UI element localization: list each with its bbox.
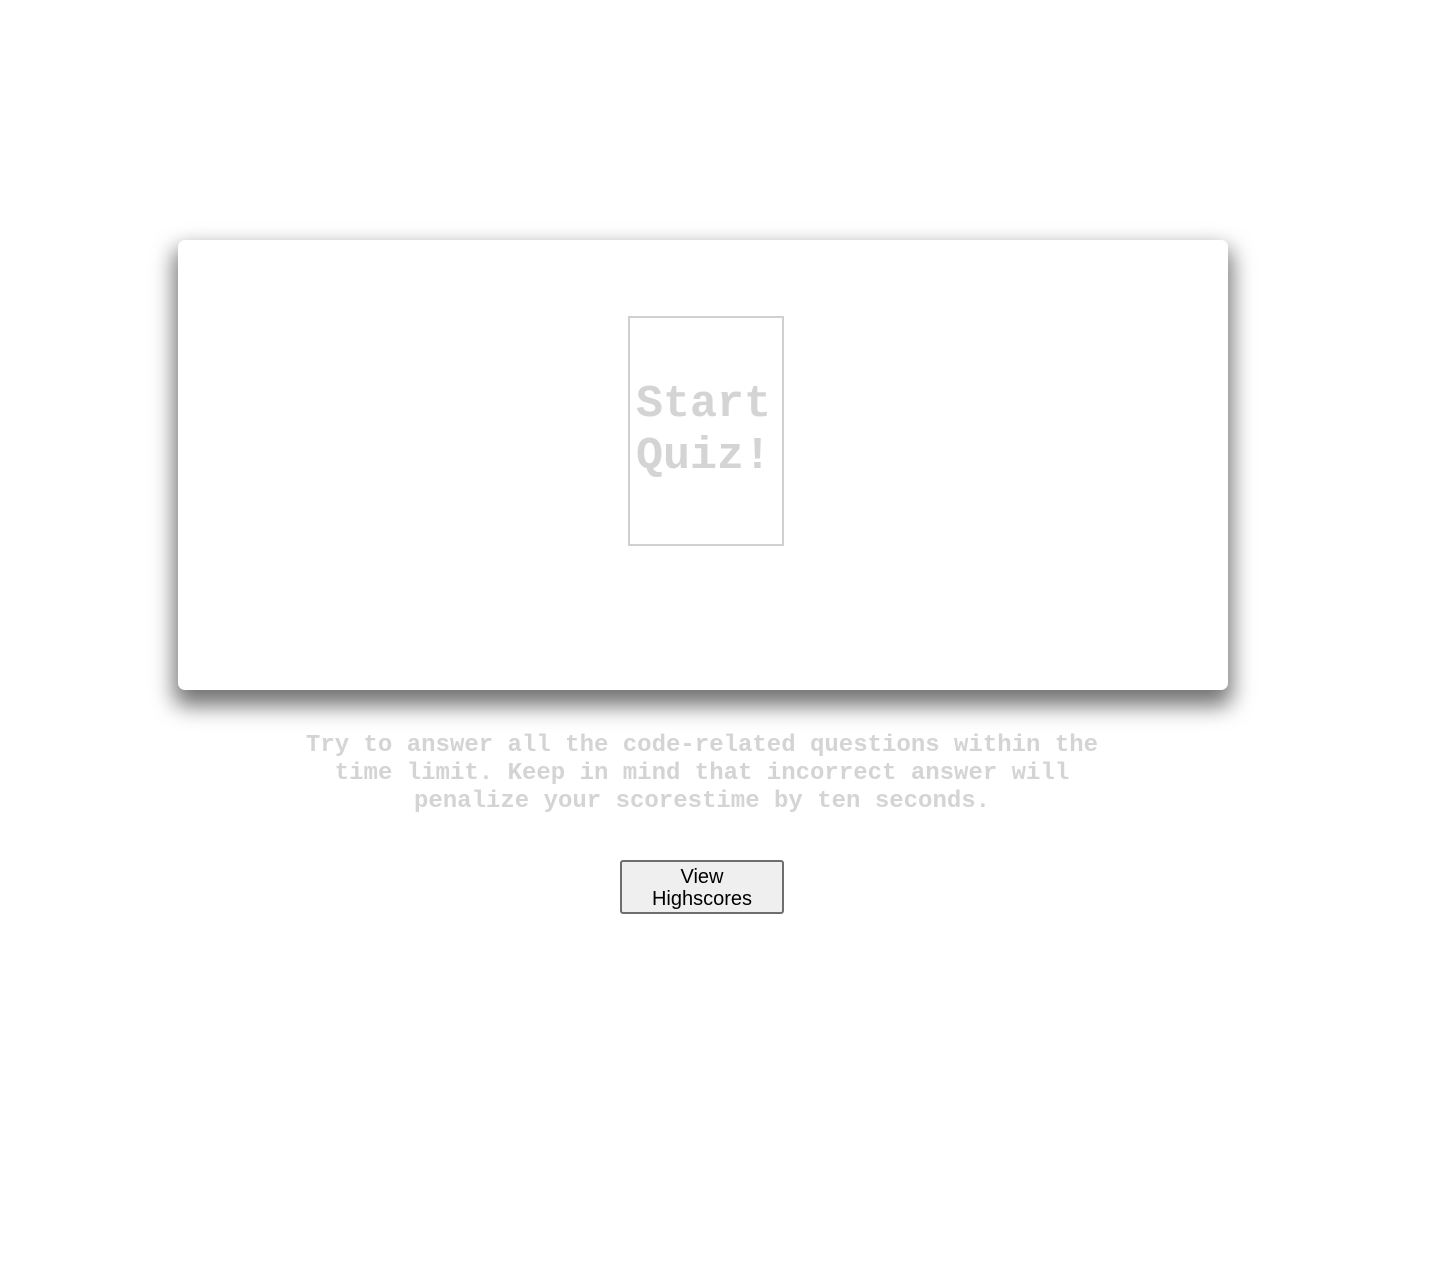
view-highscores-button[interactable]: View Highscores bbox=[620, 860, 784, 914]
quiz-card: Start Quiz! bbox=[178, 240, 1228, 690]
start-quiz-label-line2: Quiz! bbox=[636, 431, 772, 482]
instructions-line: Try to answer all the code-related quest… bbox=[305, 732, 1099, 759]
start-quiz-button[interactable]: Start Quiz! bbox=[628, 316, 784, 546]
quiz-instructions: Try to answer all the code-related quest… bbox=[0, 732, 1404, 816]
start-quiz-label-line1: Start bbox=[636, 379, 772, 430]
instructions-line: penalize your scorestime by ten seconds. bbox=[413, 788, 991, 815]
instructions-line: time limit. Keep in mind that incorrect … bbox=[334, 760, 1070, 787]
